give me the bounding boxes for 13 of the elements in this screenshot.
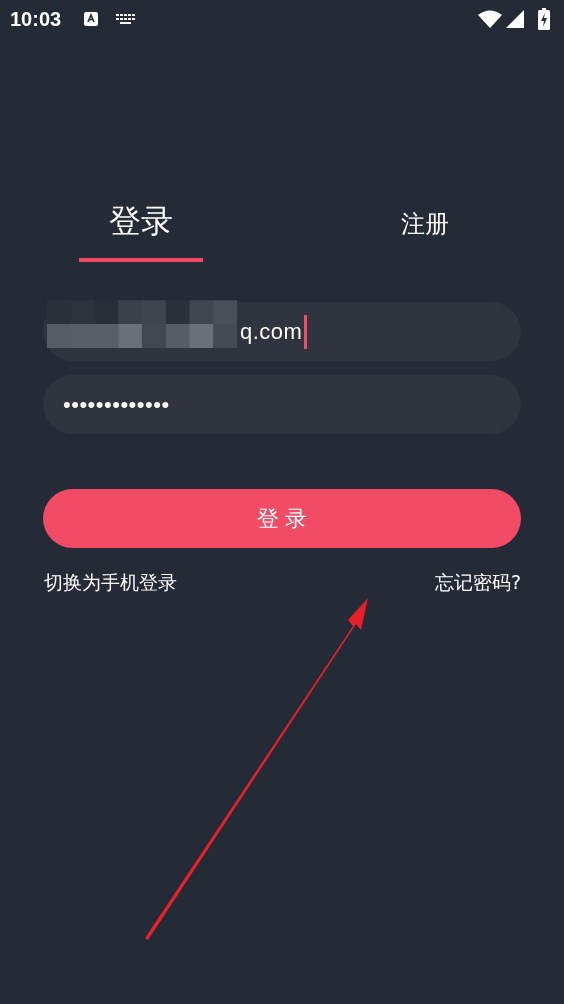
login-button[interactable]: 登 录 — [43, 489, 521, 548]
battery-charging-icon — [538, 8, 550, 30]
forgot-password-link[interactable]: 忘记密码? — [434, 570, 521, 596]
password-field[interactable]: ••••••••••••• — [43, 375, 521, 434]
text-cursor — [304, 314, 308, 349]
keyboard-icon — [116, 13, 137, 25]
tab[interactable]: 注册 — [363, 200, 487, 262]
clock-time: 10:03 — [10, 7, 62, 31]
signal-icon — [506, 10, 524, 28]
wifi-icon — [478, 10, 502, 28]
phone-login-link[interactable]: 切换为手机登录 — [44, 570, 177, 596]
tab[interactable]: 登录 — [79, 200, 203, 262]
letter-a-icon — [83, 11, 100, 27]
